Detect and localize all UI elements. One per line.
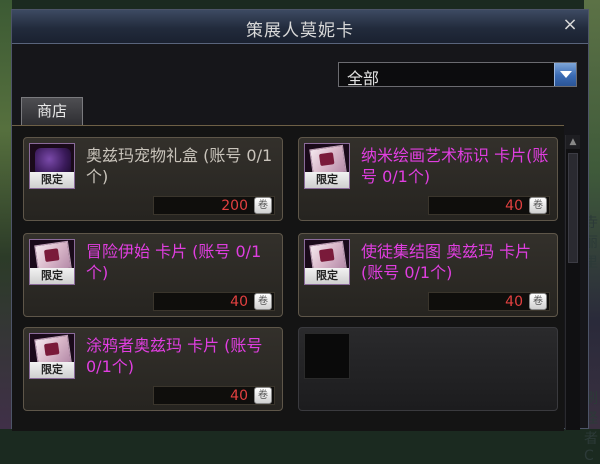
- card-icon: 限定: [29, 333, 75, 379]
- item-name: 使徒集结图 奥兹玛 卡片(账号 0/1个): [361, 242, 532, 282]
- price-bar: 40 卷: [428, 292, 550, 311]
- item-price: 200: [221, 198, 248, 214]
- empty-icon-slot: [304, 333, 350, 379]
- chevron-down-icon[interactable]: [554, 63, 576, 86]
- shop-item[interactable]: 限定 奥兹玛宠物礼盒 (账号 0/1个) 200 卷: [23, 137, 283, 221]
- limited-badge: 限定: [30, 362, 74, 378]
- item-name: 涂鸦者奥兹玛 卡片 (账号 0/1个): [86, 336, 263, 376]
- item-price: 40: [505, 198, 523, 214]
- tab-shop[interactable]: 商店: [21, 97, 83, 125]
- coupon-icon: 卷: [529, 197, 547, 214]
- dropdown-value: 全部: [347, 69, 380, 88]
- limited-badge: 限定: [30, 268, 74, 284]
- close-icon[interactable]: ×: [560, 15, 580, 35]
- price-bar: 40 卷: [153, 386, 275, 405]
- shop-item[interactable]: 限定 冒险伊始 卡片 (账号 0/1个) 40 卷: [23, 233, 283, 317]
- item-price: 40: [505, 294, 523, 310]
- window-title: 策展人莫妮卡: [246, 21, 354, 41]
- shop-item[interactable]: 限定 使徒集结图 奥兹玛 卡片(账号 0/1个) 40 卷: [298, 233, 558, 317]
- limited-badge: 限定: [30, 172, 74, 188]
- category-dropdown[interactable]: 全部: [338, 62, 577, 88]
- scrollbar[interactable]: ▲: [565, 135, 580, 430]
- price-bar: 40 卷: [428, 196, 550, 215]
- coupon-icon: 卷: [529, 293, 547, 310]
- shop-window: 策展人莫妮卡 × 全部 商店 ▲ 限定 奥兹玛宠物礼盒 (账号 0/1个) 20…: [11, 9, 589, 431]
- item-name: 纳米绘画艺术标识 卡片(账号 0/1个): [361, 146, 549, 186]
- card-icon: 限定: [304, 143, 350, 189]
- shop-item[interactable]: 限定 纳米绘画艺术标识 卡片(账号 0/1个) 40 卷: [298, 137, 558, 221]
- price-bar: 40 卷: [153, 292, 275, 311]
- price-bar: 200 卷: [153, 196, 275, 215]
- card-icon: 限定: [29, 239, 75, 285]
- card-icon: 限定: [304, 239, 350, 285]
- coupon-icon: 卷: [254, 387, 272, 404]
- pet-gift-box-icon: 限定: [29, 143, 75, 189]
- empty-shop-slot: [298, 327, 558, 411]
- scroll-thumb[interactable]: [568, 153, 578, 263]
- limited-badge: 限定: [305, 172, 349, 188]
- coupon-icon: 卷: [254, 197, 272, 214]
- item-price: 40: [230, 388, 248, 404]
- limited-badge: 限定: [305, 268, 349, 284]
- item-name: 冒险伊始 卡片 (账号 0/1个): [86, 242, 262, 282]
- shop-item[interactable]: 限定 涂鸦者奥兹玛 卡片 (账号 0/1个) 40 卷: [23, 327, 283, 411]
- coupon-icon: 卷: [254, 293, 272, 310]
- item-name: 奥兹玛宠物礼盒 (账号 0/1个): [86, 146, 273, 186]
- scroll-up-icon[interactable]: ▲: [566, 135, 580, 149]
- item-price: 40: [230, 294, 248, 310]
- title-bar: 策展人莫妮卡 ×: [12, 10, 588, 44]
